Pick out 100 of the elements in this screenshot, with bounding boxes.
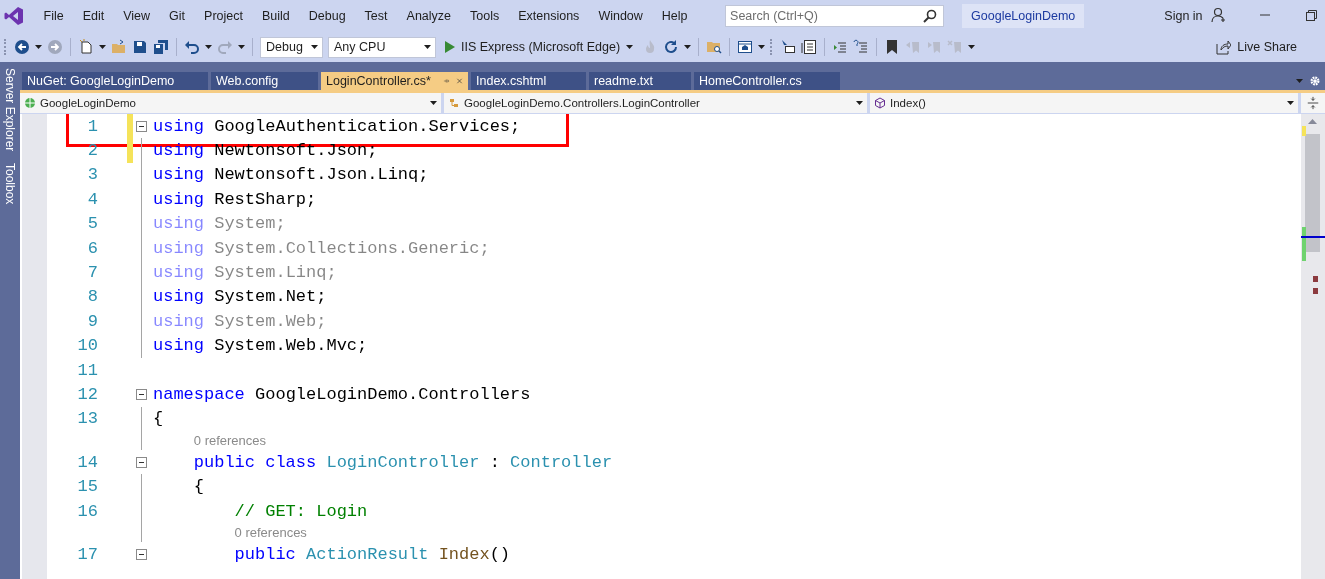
type-dropdown[interactable]: GoogleLoginDemo.Controllers.LoginController (444, 93, 870, 113)
line-number: 12 (76, 385, 98, 404)
caret-icon[interactable] (684, 45, 692, 49)
member-dropdown[interactable]: Index() (870, 93, 1301, 113)
collapse-icon[interactable] (135, 548, 147, 560)
browser-window-icon[interactable] (737, 39, 754, 55)
indent-icon[interactable] (832, 39, 849, 55)
line-number: 17 (76, 544, 98, 564)
menu-item[interactable]: File (34, 9, 74, 23)
code-line: using Newtonsoft.Json.Linq; (153, 165, 429, 185)
code-line: using RestSharp; (153, 189, 317, 209)
scroll-thumb[interactable] (1305, 134, 1320, 252)
menu-item[interactable]: Tools (460, 9, 509, 23)
references-codelens[interactable]: 0 references (193, 433, 267, 449)
references-codelens[interactable]: 0 references (234, 525, 307, 541)
menu-item[interactable]: Window (588, 9, 653, 23)
caret-icon[interactable] (99, 45, 106, 49)
class-icon (448, 97, 460, 109)
line-number: 8 (86, 287, 98, 307)
side-panel-tab[interactable]: Server Explorer (3, 68, 17, 152)
code-line: public class LoginController : Controller (192, 452, 613, 472)
code-line: namespace GoogleLoginDemo.Controllers (153, 385, 531, 404)
document-tab[interactable]: Index.cshtml (471, 72, 586, 90)
live-share-button[interactable]: Live Share (1209, 37, 1303, 57)
outdent-icon[interactable] (853, 39, 870, 55)
overflow-caret-icon[interactable] (968, 45, 976, 49)
code-line: // GET: Login (233, 501, 368, 521)
caret-icon[interactable] (205, 45, 212, 49)
menu-item[interactable]: Project (194, 9, 253, 23)
line-number: 9 (86, 311, 98, 331)
cursor-icon[interactable] (780, 39, 797, 55)
undo-icon[interactable] (184, 39, 200, 55)
caret-icon[interactable] (311, 45, 318, 49)
caret-icon[interactable] (758, 45, 766, 49)
run-button[interactable]: IIS Express (Microsoft Edge) (441, 38, 638, 56)
document-tab[interactable]: HomeController.cs (694, 72, 840, 90)
code-line: { (153, 409, 164, 429)
folder-search-icon[interactable] (706, 39, 723, 55)
search-icon[interactable] (922, 8, 939, 24)
line-number: 16 (76, 501, 98, 521)
add-user-icon[interactable] (1210, 6, 1227, 23)
share-icon (1215, 39, 1232, 55)
split-window-icon[interactable] (1306, 96, 1320, 110)
line-number: 1 (86, 116, 98, 136)
menu-item[interactable]: Help (652, 9, 698, 23)
collapse-icon[interactable] (135, 120, 147, 132)
line-number: 15 (76, 477, 98, 497)
sign-in-link[interactable]: Sign in (1164, 9, 1203, 23)
line-number: 4 (86, 189, 98, 209)
menu-item[interactable]: Debug (299, 9, 356, 23)
menu-item[interactable]: Extensions (508, 9, 589, 23)
caret-icon[interactable] (626, 45, 634, 49)
document-tab[interactable]: NuGet: GoogleLoginDemo (22, 72, 208, 90)
document-tab[interactable]: readme.txt (589, 72, 691, 90)
play-icon (445, 41, 455, 53)
back-icon[interactable] (14, 39, 30, 55)
scroll-up-icon[interactable] (1308, 119, 1317, 124)
line-number: 2 (86, 141, 98, 161)
caret-icon[interactable] (424, 45, 431, 49)
collapse-icon[interactable] (135, 456, 147, 468)
code-line: { (192, 477, 204, 497)
app-logo (4, 6, 24, 26)
document-list-icon[interactable] (801, 39, 818, 55)
new-item-icon[interactable] (78, 39, 94, 55)
document-tab[interactable]: Web.config (211, 72, 318, 90)
menu-item[interactable]: Git (159, 9, 195, 23)
code-line: using GoogleAuthentication.Services; (153, 116, 521, 136)
change-indicator (1302, 227, 1306, 261)
tab-list-caret-icon[interactable] (1296, 79, 1303, 83)
caret-icon[interactable] (238, 45, 245, 49)
code-line: public ActionResult Index() (233, 544, 511, 564)
code-line: using System.Net; (153, 287, 327, 307)
caret-icon[interactable] (35, 45, 42, 49)
menu-item[interactable]: Test (355, 9, 398, 23)
menu-item[interactable]: Analyze (397, 9, 461, 23)
code-line: using Newtonsoft.Json; (153, 141, 378, 161)
caret-icon[interactable] (856, 101, 863, 105)
save-all-icon[interactable] (153, 39, 169, 55)
line-number: 7 (86, 263, 98, 283)
settings-icon[interactable] (1309, 75, 1321, 87)
line-number: 6 (86, 238, 98, 258)
save-icon[interactable] (132, 39, 148, 55)
configuration-dropdown[interactable]: Debug (260, 36, 323, 58)
search-field[interactable]: Search (Ctrl+Q) (725, 5, 945, 27)
side-panel-tab[interactable]: Toolbox (3, 163, 17, 205)
collapse-icon[interactable] (135, 389, 147, 400)
menu-item[interactable]: Build (252, 9, 300, 23)
caret-position-line (1301, 236, 1325, 238)
vertical-scrollbar[interactable] (1301, 114, 1325, 579)
refresh-icon[interactable] (663, 39, 680, 55)
line-number: 10 (76, 336, 98, 356)
line-number: 5 (86, 214, 98, 234)
caret-icon[interactable] (430, 101, 437, 105)
code-line: using System; (153, 214, 286, 234)
menu-item[interactable]: View (113, 9, 160, 23)
caret-icon[interactable] (1287, 101, 1294, 105)
platform-dropdown[interactable]: Any CPU (328, 36, 436, 58)
error-marker (1313, 288, 1318, 294)
line-number: 11 (76, 360, 98, 380)
menu-item[interactable]: Edit (73, 9, 114, 23)
